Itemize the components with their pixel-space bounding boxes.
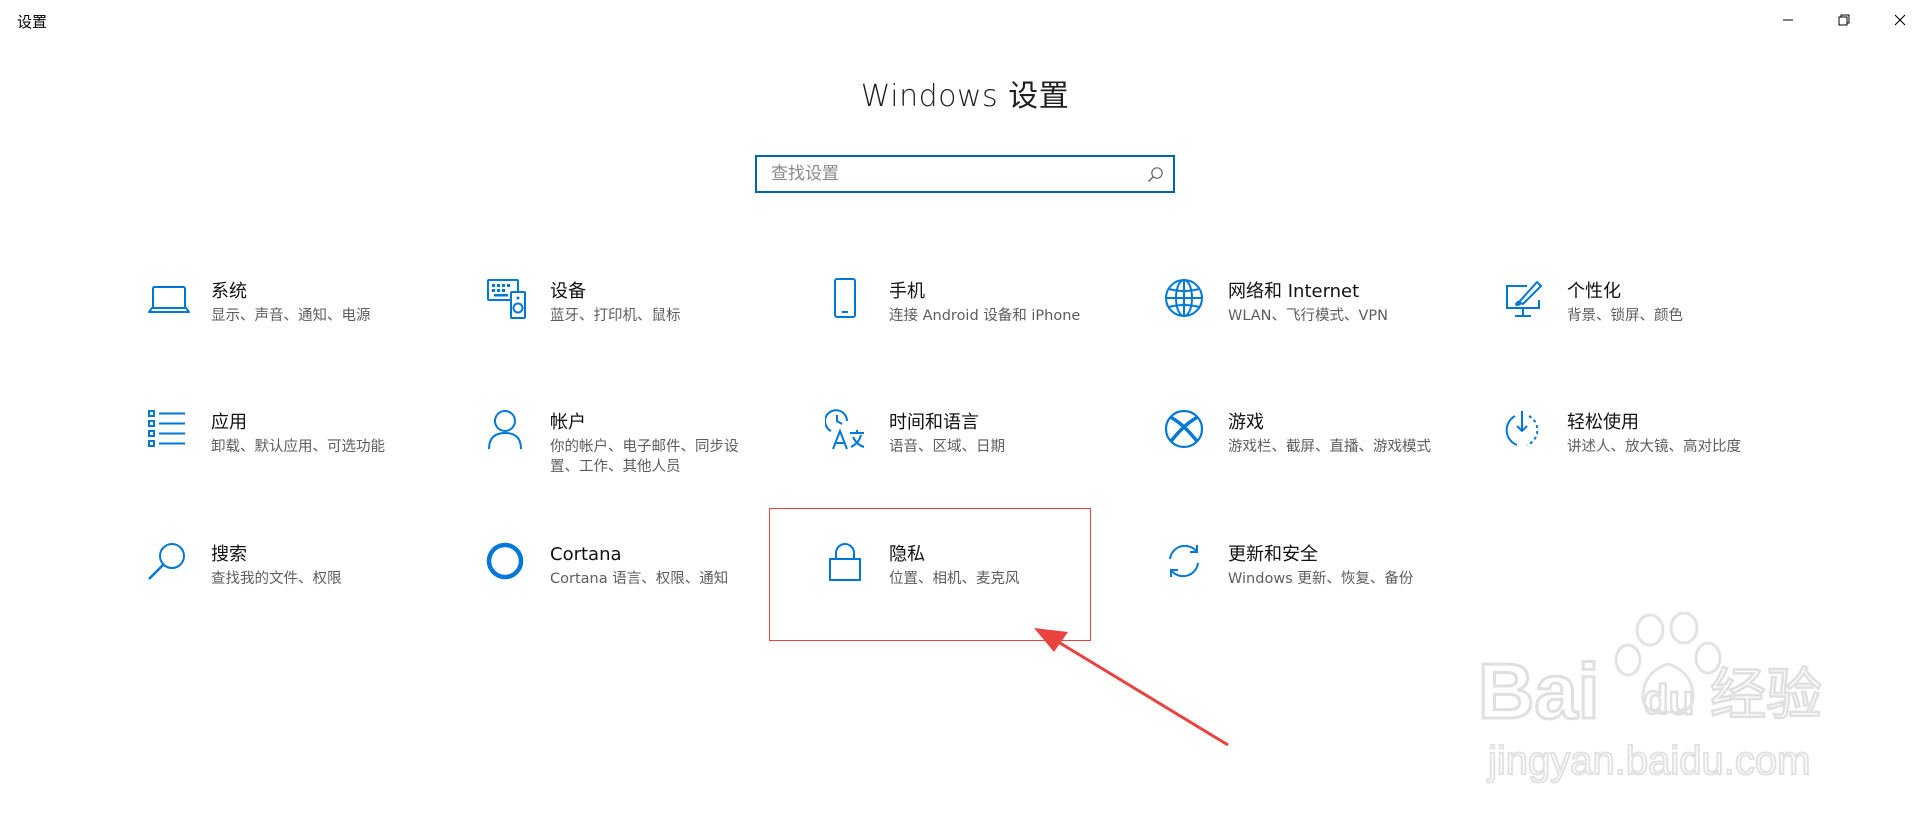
minimize-icon xyxy=(1783,19,1793,21)
tile-accounts[interactable]: 帐户 你的帐户、电子邮件、同步设置、工作、其他人员 xyxy=(486,409,806,529)
tile-personalization[interactable]: 个性化 背景、锁屏、颜色 xyxy=(1503,278,1823,398)
globe-icon xyxy=(1164,278,1208,322)
update-sync-icon xyxy=(1164,541,1208,585)
person-icon xyxy=(486,409,530,453)
tile-desc: 显示、声音、通知、电源 xyxy=(211,308,371,324)
tile-label: 游戏 xyxy=(1228,412,1264,433)
tile-label: 系统 xyxy=(211,281,247,302)
tile-label: 设备 xyxy=(550,281,586,302)
minimize-button[interactable] xyxy=(1760,0,1816,40)
watermark-suffix: 经验 xyxy=(1710,663,1822,728)
time-language-icon xyxy=(825,409,869,453)
xbox-icon xyxy=(1164,409,1208,453)
search-icon[interactable] xyxy=(1147,166,1164,183)
tile-label: 帐户 xyxy=(550,412,586,433)
tile-desc: 卸载、默认应用、可选功能 xyxy=(211,439,385,455)
tile-desc: 蓝牙、打印机、鼠标 xyxy=(550,308,681,324)
close-icon xyxy=(1894,14,1906,26)
search-magnifier-icon xyxy=(147,541,191,585)
tile-label: 轻松使用 xyxy=(1567,412,1639,433)
tile-desc: 背景、锁屏、颜色 xyxy=(1567,308,1683,324)
restore-icon xyxy=(1838,14,1850,26)
ease-of-access-icon xyxy=(1503,409,1547,453)
tile-desc: 你的帐户、电子邮件、同步设置、工作、其他人员 xyxy=(550,439,739,475)
baidu-jingyan-watermark: Bai du 经验 jingyan.baidu.com xyxy=(1478,612,1823,784)
watermark-brand: Bai xyxy=(1478,647,1599,735)
cortana-ring-icon xyxy=(486,541,530,585)
laptop-icon xyxy=(147,278,191,322)
tile-label: 搜索 xyxy=(211,544,247,565)
tile-devices[interactable]: 设备 蓝牙、打印机、鼠标 xyxy=(486,278,806,398)
tile-desc: Cortana 语言、权限、通知 xyxy=(550,571,729,587)
search-box[interactable] xyxy=(755,155,1175,193)
personalization-icon xyxy=(1503,278,1547,322)
annotation-arrow-icon xyxy=(1034,628,1229,747)
tile-desc: 连接 Android 设备和 iPhone xyxy=(889,308,1081,324)
tile-desc: WLAN、飞行模式、VPN xyxy=(1228,308,1389,324)
tile-apps[interactable]: 应用 卸载、默认应用、可选功能 xyxy=(147,409,467,529)
window-title: 设置 xyxy=(17,13,48,31)
tile-label: 网络和 Internet xyxy=(1228,281,1360,302)
tile-label: 个性化 xyxy=(1567,281,1621,302)
watermark-url: jingyan.baidu.com xyxy=(1487,739,1810,783)
tile-ease-of-access[interactable]: 轻松使用 讲述人、放大镜、高对比度 xyxy=(1503,409,1823,529)
tile-desc: 查找我的文件、权限 xyxy=(211,571,342,587)
tile-desc: 游戏栏、截屏、直播、游戏模式 xyxy=(1228,439,1431,455)
tile-gaming[interactable]: 游戏 游戏栏、截屏、直播、游戏模式 xyxy=(1164,409,1484,529)
phone-icon xyxy=(825,278,869,322)
tile-label: 手机 xyxy=(889,281,925,302)
tile-search[interactable]: 搜索 查找我的文件、权限 xyxy=(147,541,467,661)
tile-label: 更新和安全 xyxy=(1228,544,1318,565)
tile-network[interactable]: 网络和 Internet WLAN、飞行模式、VPN xyxy=(1164,278,1484,398)
tile-system[interactable]: 系统 显示、声音、通知、电源 xyxy=(147,278,467,398)
search-input[interactable] xyxy=(757,157,1137,191)
tile-phone[interactable]: 手机 连接 Android 设备和 iPhone xyxy=(825,278,1145,398)
apps-list-icon xyxy=(147,409,191,453)
devices-icon xyxy=(486,278,530,322)
tile-label: 应用 xyxy=(211,412,247,433)
tile-desc: 讲述人、放大镜、高对比度 xyxy=(1567,439,1741,455)
tile-desc: 语音、区域、日期 xyxy=(889,439,1005,455)
close-button[interactable] xyxy=(1872,0,1920,40)
tile-cortana[interactable]: Cortana Cortana 语言、权限、通知 xyxy=(486,541,806,661)
settings-window: 设置 Windows 设置 系统 显示、声音、通知、电源 xyxy=(0,0,1920,820)
tile-label: 时间和语言 xyxy=(889,412,979,433)
restore-button[interactable] xyxy=(1816,0,1872,40)
tile-desc: Windows 更新、恢复、备份 xyxy=(1228,571,1414,587)
tile-label: Cortana xyxy=(550,544,622,565)
title-bar: 设置 xyxy=(0,0,1920,40)
watermark-brand-du: du xyxy=(1643,676,1694,723)
page-title: Windows 设置 xyxy=(860,79,1070,114)
